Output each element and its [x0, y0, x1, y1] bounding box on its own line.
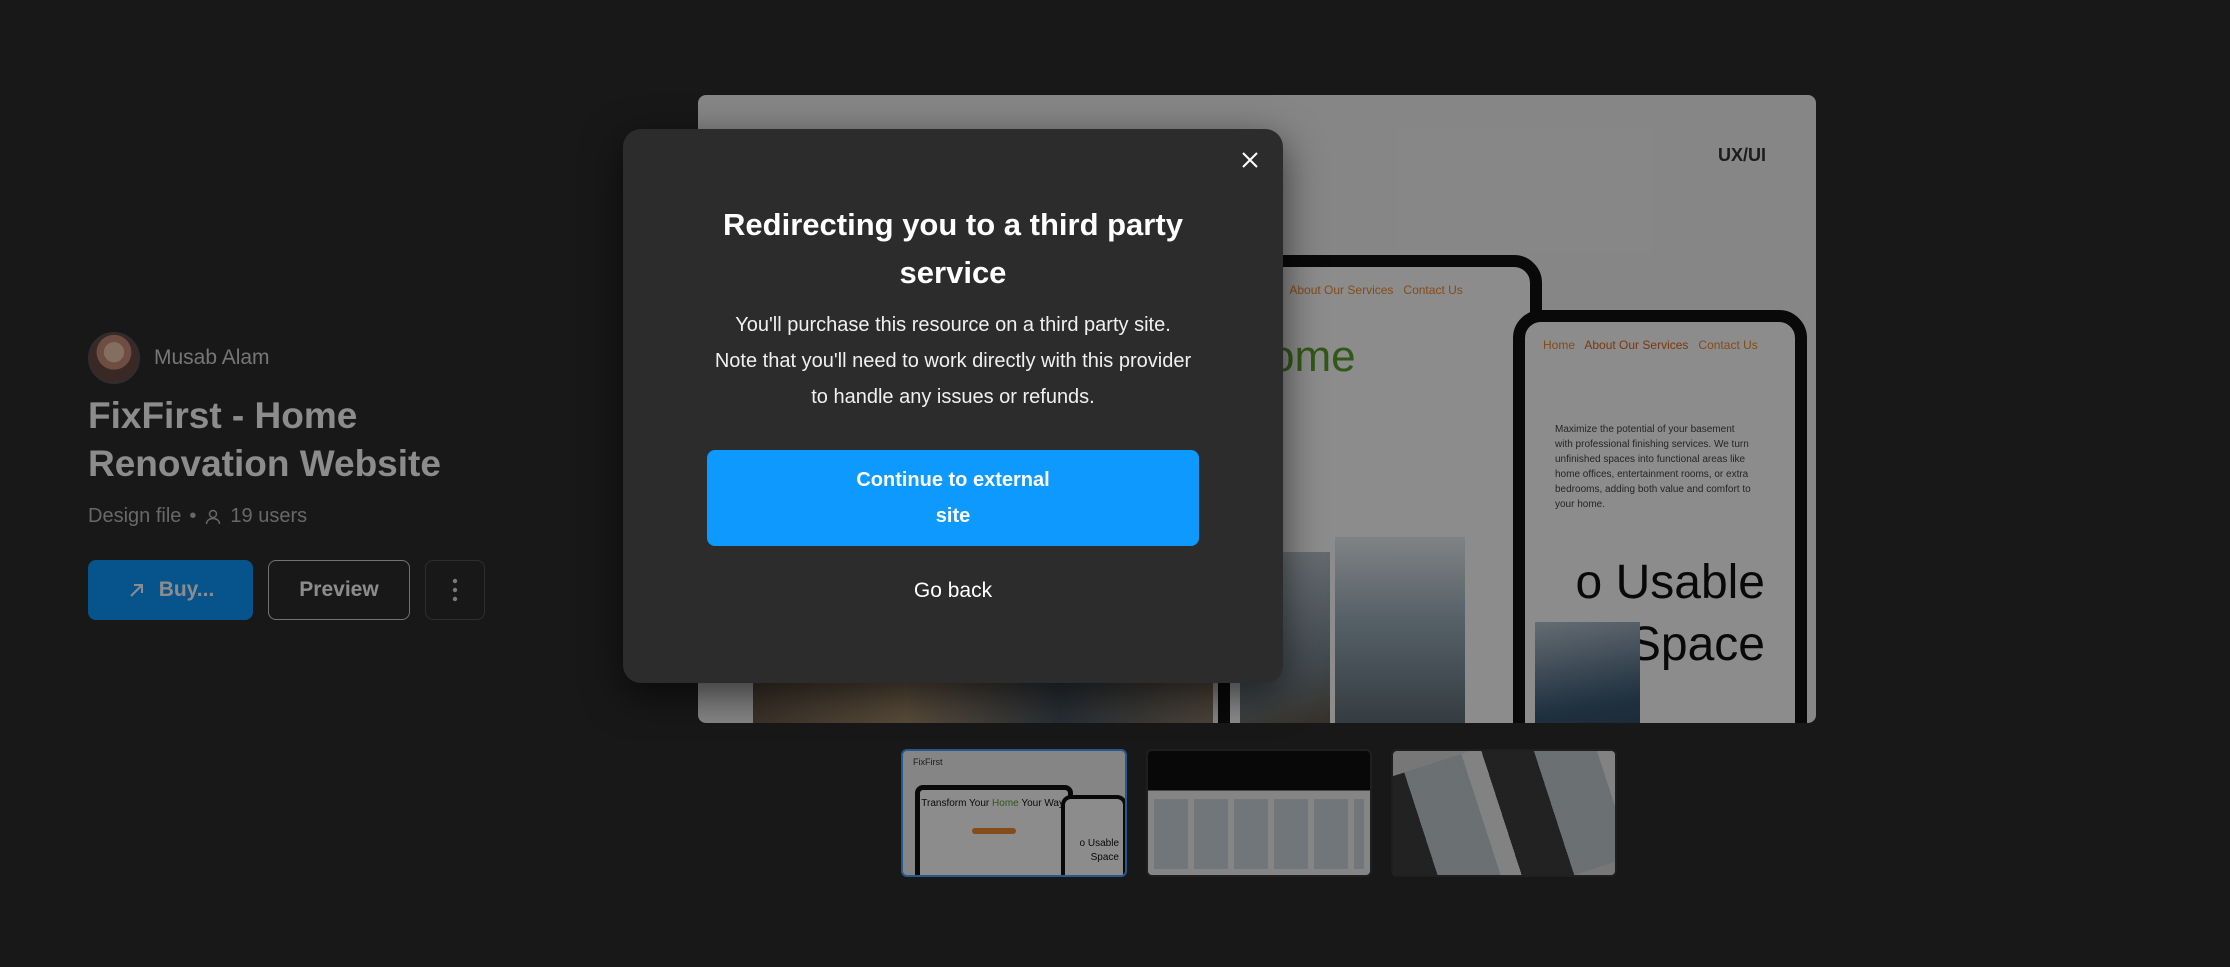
close-button[interactable]	[1233, 143, 1267, 177]
close-icon	[1242, 152, 1258, 168]
dialog-title: Redirecting you to a third party service	[723, 207, 1183, 290]
continue-external-button[interactable]: Continue to external site	[707, 450, 1199, 546]
go-back-link[interactable]: Go back	[623, 579, 1283, 603]
redirect-dialog: Redirecting you to a third party service…	[623, 129, 1283, 683]
resource-page: Musab Alam FixFirst - Home Renovation We…	[0, 0, 2230, 967]
dialog-body: You'll purchase this resource on a third…	[714, 314, 1192, 408]
continue-button-label: Continue to external site	[856, 469, 1050, 527]
